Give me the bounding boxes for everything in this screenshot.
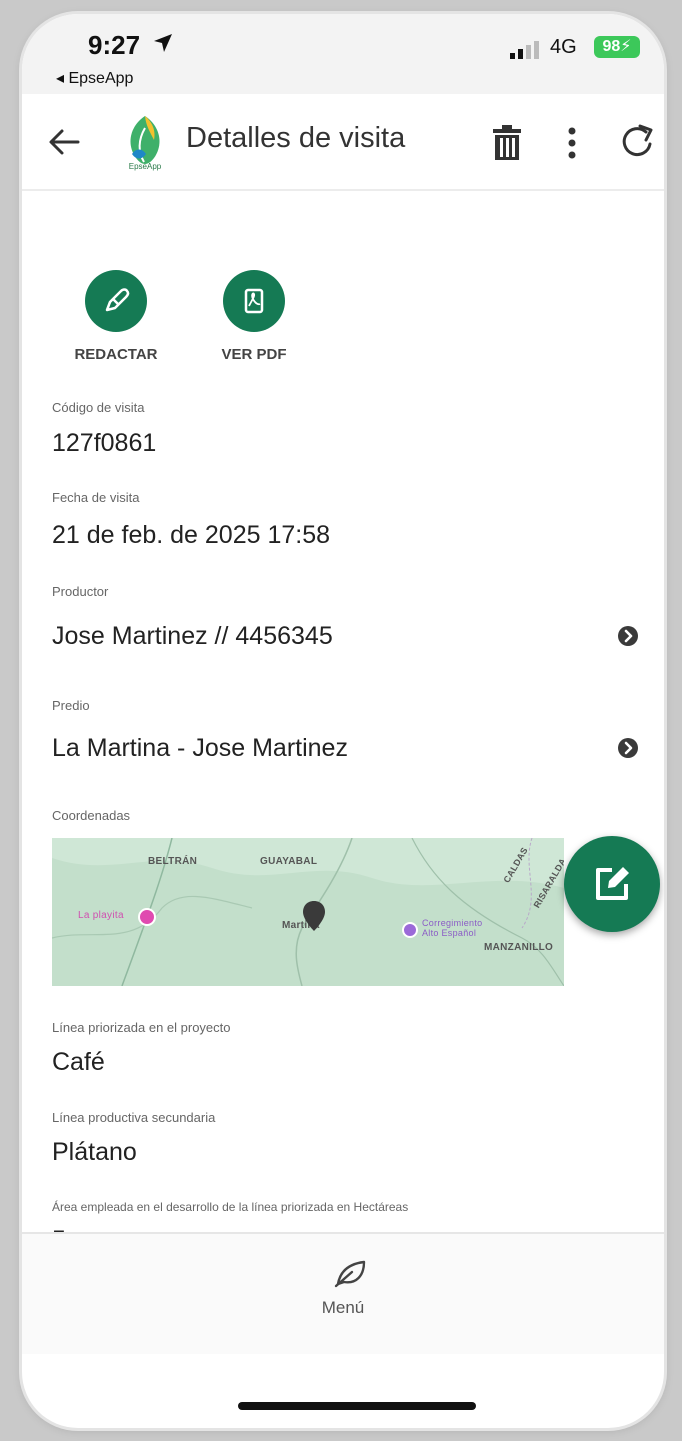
predio-chevron-icon[interactable] — [618, 738, 638, 758]
map-label-corregimiento-line1: Corregimiento — [422, 918, 483, 928]
map-label-manzanillo: MANZANILLO — [484, 942, 554, 953]
playita-pin-icon — [138, 908, 156, 926]
map-label-corregimiento-line2: Alto Español — [422, 928, 477, 938]
trash-icon[interactable] — [490, 124, 524, 162]
fecha-value: 21 de feb. de 2025 17:58 — [52, 521, 331, 549]
map-label-beltran: BELTRÁN — [148, 856, 198, 867]
back-to-app-link[interactable]: ◂ EpseApp — [56, 68, 133, 88]
edit-fab-button[interactable] — [564, 836, 660, 932]
secundaria-label: Línea productiva secundaria — [52, 1110, 216, 1125]
app-logo-text: EpseApp — [128, 162, 162, 171]
page-title: Detalles de visita — [186, 122, 406, 154]
redactar-circle[interactable] — [85, 270, 147, 332]
pdf-icon — [244, 288, 264, 314]
app-bar: EpseApp Detalles de visita — [22, 94, 664, 191]
map-label-corregimiento: Corregimiento Alto Español — [422, 918, 482, 938]
corregimiento-pin-icon — [402, 922, 418, 938]
ver-pdf-label: VER PDF — [221, 346, 287, 363]
status-bar: 9:27 ◂ EpseApp 4G 98⚡ — [22, 14, 664, 94]
leaf-menu-icon[interactable] — [332, 1258, 370, 1288]
linea-value: Café — [52, 1048, 105, 1076]
map-label-guayabal: GUAYABAL — [260, 856, 318, 867]
coordinates-map[interactable]: BELTRÁN GUAYABAL CALDAS RISARALDA La pla… — [52, 838, 564, 986]
pen-icon — [105, 288, 130, 312]
linea-label: Línea priorizada en el proyecto — [52, 1020, 231, 1035]
redactar-button[interactable]: REDACTAR — [66, 270, 166, 363]
predio-value[interactable]: La Martina - Jose Martinez — [52, 734, 348, 763]
phone-screen: 9:27 ◂ EpseApp 4G 98⚡ EpseApp Detalles d… — [22, 14, 664, 1428]
ver-pdf-circle[interactable] — [223, 270, 285, 332]
back-arrow-icon[interactable] — [46, 124, 82, 160]
coordenadas-label: Coordenadas — [52, 808, 131, 823]
ver-pdf-button[interactable]: VER PDF — [204, 270, 304, 363]
bottom-nav: Menú — [22, 1232, 664, 1354]
menu-label[interactable]: Menú — [22, 1298, 664, 1318]
battery-icon: 98⚡ — [594, 36, 640, 58]
codigo-label: Código de visita — [52, 400, 145, 415]
refresh-icon[interactable] — [618, 122, 656, 162]
secundaria-value: Plátano — [52, 1138, 137, 1166]
predio-label: Predio — [52, 698, 90, 713]
redactar-label: REDACTAR — [74, 346, 158, 363]
map-label-playita: La playita — [78, 910, 124, 921]
codigo-value: 127f0861 — [52, 429, 157, 457]
status-time: 9:27 — [88, 30, 141, 60]
productor-value[interactable]: Jose Martinez // 4456345 — [52, 622, 333, 651]
location-pin-icon — [303, 901, 325, 931]
productor-chevron-icon[interactable] — [618, 626, 638, 646]
location-arrow-icon — [154, 34, 172, 52]
more-options-icon[interactable] — [562, 124, 582, 162]
area-label: Área empleada en el desarrollo de la lín… — [52, 1200, 409, 1214]
signal-icon — [510, 41, 539, 59]
fecha-label: Fecha de visita — [52, 490, 140, 505]
productor-label: Productor — [52, 584, 109, 599]
edit-icon — [596, 867, 629, 900]
home-indicator[interactable] — [238, 1402, 476, 1410]
network-type: 4G — [550, 36, 577, 58]
